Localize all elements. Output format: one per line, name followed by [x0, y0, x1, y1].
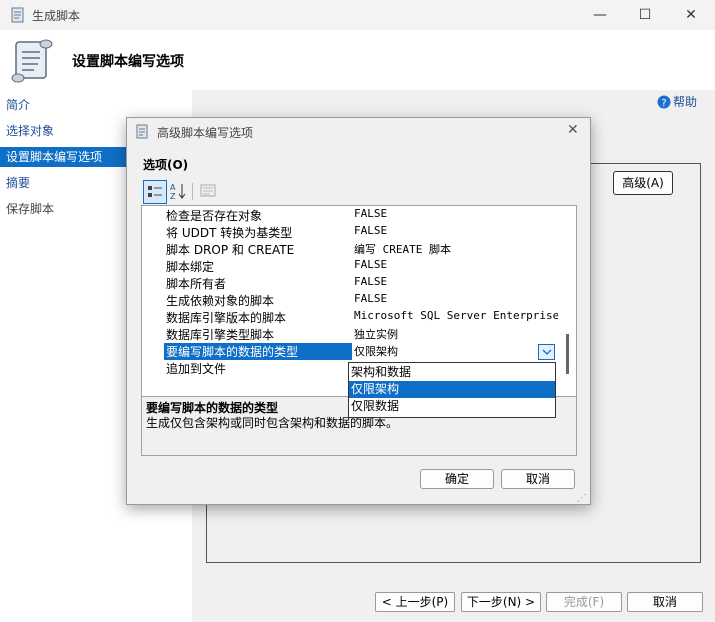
property-value[interactable]: FALSE — [354, 224, 558, 237]
dropdown-option-data-only[interactable]: 仅限数据 — [349, 398, 555, 415]
svg-text:A: A — [170, 183, 176, 192]
property-name: 数据库引擎类型脚本 — [166, 328, 275, 342]
previous-button[interactable]: < 上一步(P) — [375, 592, 455, 612]
scrollbar-thumb[interactable] — [566, 334, 569, 374]
property-pages-button — [197, 180, 219, 202]
property-name: 脚本绑定 — [166, 260, 215, 274]
grid-scrollbar[interactable] — [560, 206, 576, 396]
property-name: 脚本 DROP 和 CREATE — [166, 243, 295, 257]
grid-row[interactable]: 将 UDDT 转换为基类型 FALSE — [142, 223, 558, 240]
dropdown-option-schema-only[interactable]: 仅限架构 — [349, 381, 555, 398]
help-link[interactable]: 帮助 — [673, 93, 697, 110]
data-type-dropdown-list[interactable]: 架构和数据 仅限架构 仅限数据 — [348, 362, 556, 418]
cancel-button[interactable]: 取消 — [627, 592, 703, 612]
page-title: 设置脚本编写选项 — [72, 54, 184, 70]
alphabetical-view-button[interactable]: A Z — [167, 180, 189, 202]
property-name: 检查是否存在对象 — [166, 209, 263, 223]
grid-row[interactable]: 数据库引擎版本的脚本 Microsoft SQL Server Enterpri… — [142, 308, 558, 325]
dialog-cancel-button[interactable]: 取消 — [501, 469, 575, 489]
property-pages-icon — [200, 184, 216, 197]
property-name: 要编写脚本的数据的类型 — [164, 343, 352, 360]
scroll-script-icon — [11, 39, 53, 83]
property-value[interactable]: FALSE — [354, 292, 558, 305]
property-value[interactable]: FALSE — [354, 258, 558, 271]
dropdown-option-schema-and-data[interactable]: 架构和数据 — [349, 364, 555, 381]
grid-row[interactable]: 脚本 DROP 和 CREATE 编写 CREATE 脚本 — [142, 240, 558, 257]
property-value[interactable]: 独立实例 — [354, 326, 558, 342]
property-name: 生成依赖对象的脚本 — [166, 294, 275, 308]
options-label: 选项(O) — [143, 158, 189, 172]
resize-grip-icon[interactable]: ⋰ — [577, 493, 587, 504]
maximize-button[interactable]: ☐ — [622, 0, 668, 30]
grid-row[interactable]: 脚本所有者 FALSE — [142, 274, 558, 291]
advanced-options-dialog: 高级脚本编写选项 ✕ 选项(O) A Z 检查是否存在对象 FALSE 将 UD… — [126, 117, 591, 505]
categorized-view-button[interactable] — [143, 180, 167, 204]
dialog-title: 高级脚本编写选项 — [157, 126, 254, 140]
property-name: 脚本所有者 — [166, 277, 227, 291]
property-name: 数据库引擎版本的脚本 — [166, 311, 287, 325]
property-value[interactable]: FALSE — [354, 207, 558, 220]
svg-text:Z: Z — [170, 192, 176, 200]
nav-item-intro[interactable]: 简介 — [0, 95, 192, 115]
script-dialog-icon — [136, 124, 148, 139]
categorized-icon — [148, 186, 162, 197]
grid-row-selected[interactable]: 要编写脚本的数据的类型 仅限架构 — [142, 342, 558, 360]
grid-row[interactable]: 生成依赖对象的脚本 FALSE — [142, 291, 558, 308]
advanced-button[interactable]: 高级(A) — [613, 171, 673, 195]
dialog-close-button[interactable]: ✕ — [567, 122, 579, 138]
close-button[interactable]: ✕ — [668, 0, 714, 30]
property-name: 追加到文件 — [166, 362, 227, 376]
script-app-icon — [11, 7, 24, 23]
property-value[interactable]: 仅限架构 — [354, 343, 558, 359]
chevron-down-icon[interactable] — [538, 344, 555, 360]
minimize-button[interactable]: — — [577, 0, 623, 30]
help-icon[interactable]: ? — [657, 95, 671, 109]
finish-button: 完成(F) — [546, 592, 622, 612]
property-value[interactable]: FALSE — [354, 275, 558, 288]
window-title: 生成脚本 — [32, 9, 81, 23]
ok-button[interactable]: 确定 — [420, 469, 494, 489]
property-value[interactable]: 编写 CREATE 脚本 — [354, 241, 558, 257]
grid-row[interactable]: 脚本绑定 FALSE — [142, 257, 558, 274]
property-name: 将 UDDT 转换为基类型 — [166, 226, 293, 240]
dropdown-arrow-icon — [542, 349, 551, 355]
sort-az-icon: A Z — [170, 183, 186, 201]
svg-text:?: ? — [661, 98, 666, 109]
next-button[interactable]: 下一步(N) > — [461, 592, 541, 612]
grid-row[interactable]: 检查是否存在对象 FALSE — [142, 206, 558, 223]
toolbar-separator — [192, 183, 193, 200]
grid-row[interactable]: 数据库引擎类型脚本 独立实例 — [142, 325, 558, 342]
property-value[interactable]: Microsoft SQL Server Enterprise Ed — [354, 309, 558, 322]
